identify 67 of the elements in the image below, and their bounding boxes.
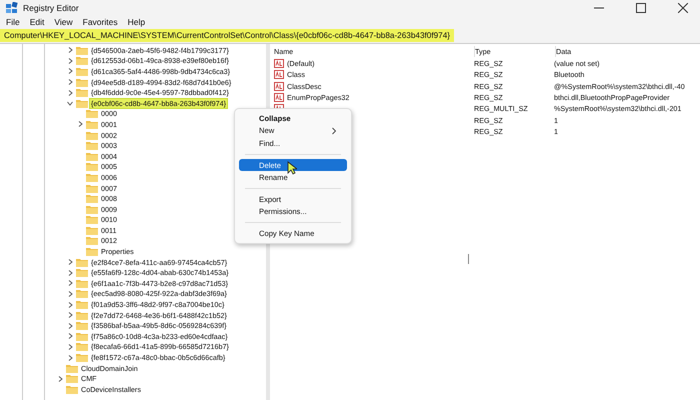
folder-icon	[86, 109, 98, 118]
folder-icon	[76, 78, 88, 87]
folder-icon	[76, 310, 88, 320]
folder-icon	[76, 289, 88, 298]
chevron-right-icon[interactable]	[66, 279, 74, 288]
folder-icon	[86, 194, 98, 204]
string-value-icon	[274, 82, 284, 91]
folder-icon	[76, 268, 88, 278]
folder-icon	[86, 236, 98, 246]
chevron-right-icon[interactable]	[66, 342, 74, 351]
folder-icon	[76, 88, 88, 98]
folder-icon	[86, 204, 98, 214]
folder-icon	[86, 172, 98, 182]
folder-icon	[76, 342, 88, 352]
folder-icon	[76, 258, 88, 267]
folder-icon	[86, 162, 98, 172]
chevron-right-icon[interactable]	[66, 322, 74, 330]
folder-icon	[76, 46, 88, 55]
folder-icon	[76, 66, 88, 76]
menu-item[interactable]: Edit	[30, 16, 44, 26]
window-title: Registry Editor	[23, 2, 80, 12]
folder-icon	[76, 278, 88, 288]
menu-item[interactable]: View	[54, 16, 73, 26]
chevron-right-icon[interactable]	[56, 374, 64, 383]
folder-icon	[66, 364, 78, 373]
folder-icon	[86, 184, 98, 193]
string-value-icon	[274, 59, 284, 68]
folder-icon	[76, 56, 88, 66]
address-bar[interactable]: Computer\HKEY_LOCAL_MACHINE\SYSTEM\CurrentControlSet\Control\Class\{e0cbf06c-cd8b-4647-bb8a-263b43f0f974}	[0, 29, 454, 42]
folder-icon	[66, 384, 78, 394]
chevron-right-icon[interactable]	[66, 290, 74, 298]
folder-icon	[86, 152, 98, 161]
folder-icon	[86, 215, 98, 224]
folder-icon	[76, 353, 88, 362]
menu-item[interactable]: Help	[128, 16, 146, 26]
chevron-down-icon[interactable]	[66, 99, 74, 108]
chevron-right-icon[interactable]	[66, 258, 74, 266]
close-icon[interactable]	[678, 2, 688, 12]
folder-icon	[86, 130, 98, 140]
chevron-right-icon[interactable]	[66, 354, 74, 362]
folder-icon	[86, 141, 98, 150]
chevron-right-icon[interactable]	[66, 46, 74, 54]
string-value-icon	[274, 93, 284, 102]
folder-icon	[76, 321, 88, 330]
folder-icon	[86, 247, 98, 256]
folder-icon	[86, 226, 98, 235]
chevron-right-icon[interactable]	[66, 78, 74, 86]
folder-icon	[76, 98, 88, 108]
chevron-right-icon[interactable]	[76, 120, 84, 128]
mouse-pointer-icon	[287, 161, 297, 175]
maximize-icon[interactable]	[636, 2, 646, 12]
folder-icon	[66, 374, 78, 384]
chevron-right-icon[interactable]	[66, 67, 74, 76]
folder-icon	[76, 332, 88, 341]
folder-icon	[76, 300, 88, 310]
scrollbar-thumb[interactable]	[468, 254, 469, 264]
folder-icon	[86, 120, 98, 129]
chevron-right-icon[interactable]	[66, 300, 74, 309]
registry-editor-icon	[6, 2, 18, 14]
menu-item[interactable]: Favorites	[82, 16, 118, 26]
chevron-right-icon[interactable]	[66, 332, 74, 340]
chevron-right-icon[interactable]	[66, 268, 74, 277]
chevron-right-icon[interactable]	[66, 88, 74, 97]
menu-item[interactable]: File	[6, 16, 20, 26]
string-value-icon	[274, 70, 284, 80]
chevron-right-icon[interactable]	[66, 56, 74, 65]
chevron-right-icon[interactable]	[66, 311, 74, 320]
